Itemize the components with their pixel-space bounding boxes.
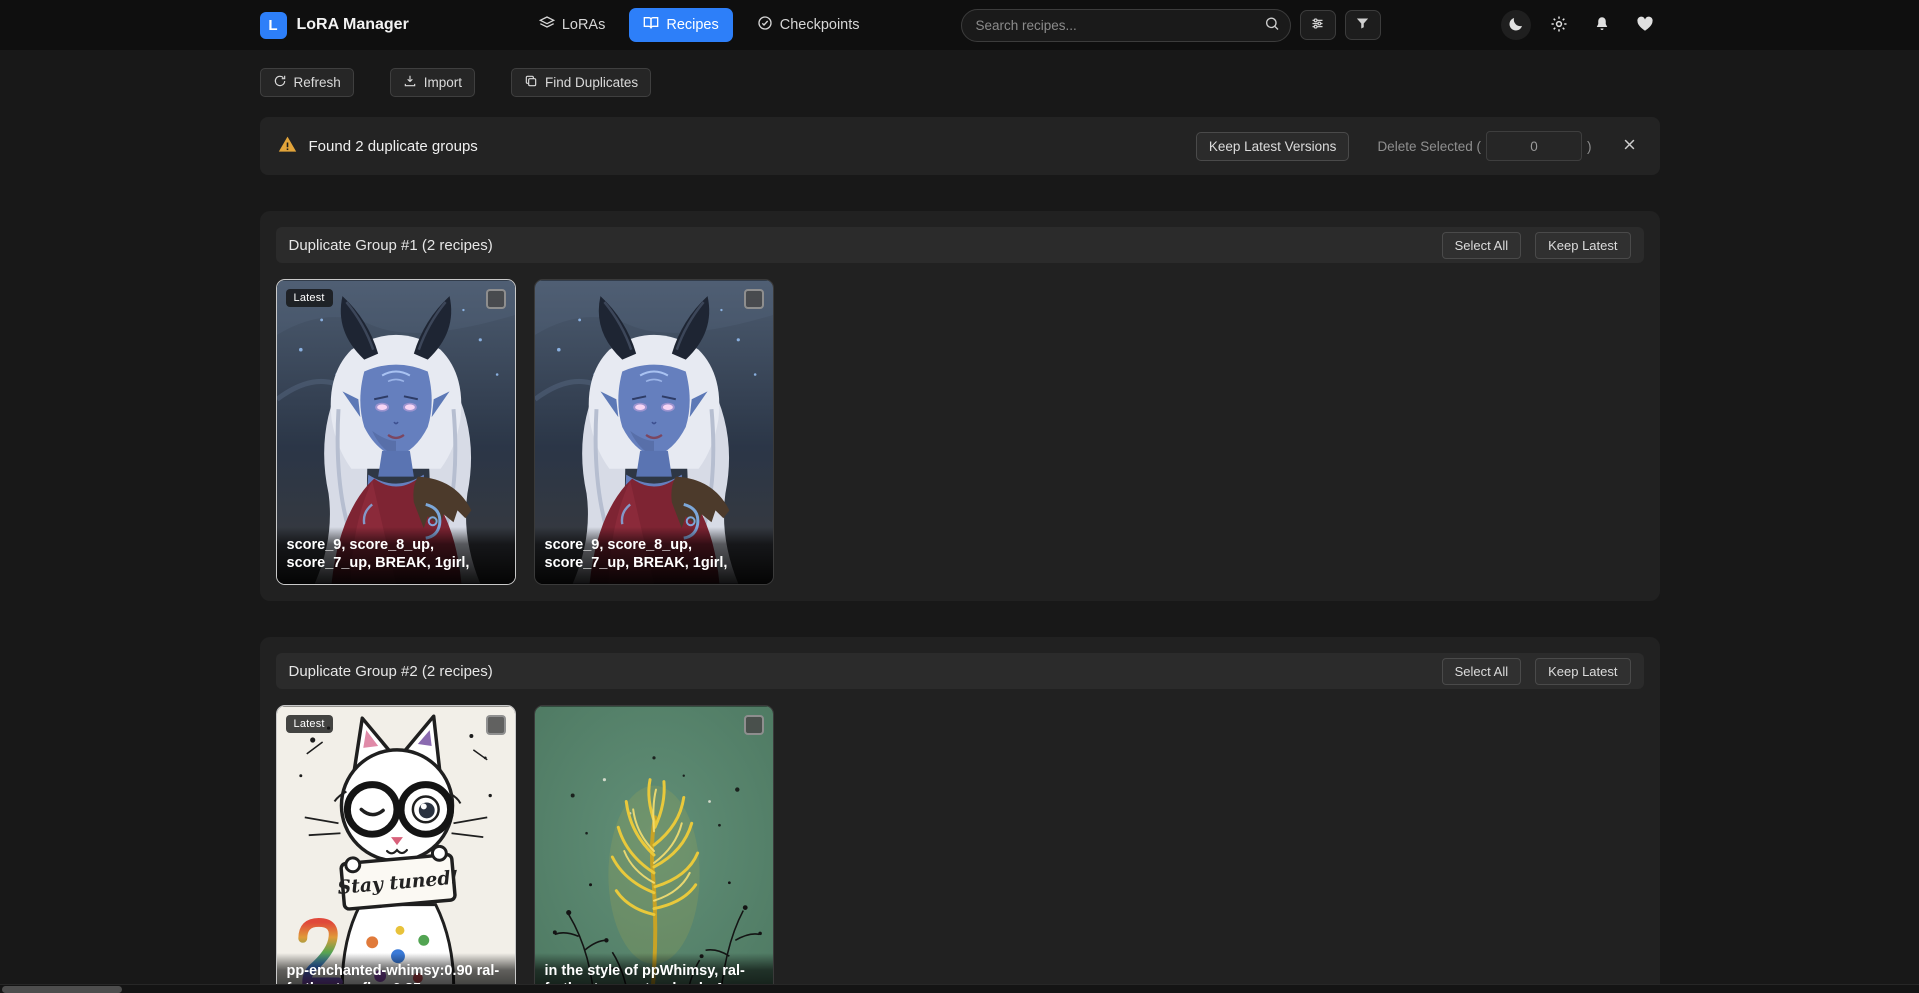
keep-latest-button[interactable]: Keep Latest	[1535, 232, 1630, 259]
notifications-button[interactable]	[1587, 10, 1617, 40]
recipe-image	[535, 706, 773, 993]
moon-icon	[1507, 15, 1525, 36]
tab-checkpoints-label: Checkpoints	[780, 17, 860, 33]
latest-badge: Latest	[286, 289, 333, 307]
main-content: Refresh Import Find Duplicates Found 2 d…	[260, 50, 1660, 993]
recipe-card[interactable]: Latest pp-enchanted-whimsy:0.90 ral-frct…	[276, 705, 516, 993]
import-label: Import	[424, 75, 462, 90]
delete-selected-control: Delete Selected ( )	[1377, 131, 1591, 161]
sliders-icon	[1310, 16, 1325, 34]
recipe-card[interactable]: in the style of ppWhimsy, ral-frctlgmtry…	[534, 705, 774, 993]
toolbar: Refresh Import Find Duplicates	[260, 68, 1660, 97]
find-duplicates-label: Find Duplicates	[545, 75, 638, 90]
scrollbar-thumb[interactable]	[2, 986, 122, 993]
warning-icon	[278, 135, 297, 158]
keep-latest-button[interactable]: Keep Latest	[1535, 658, 1630, 685]
refresh-icon	[273, 74, 287, 91]
brand-title: LoRA Manager	[297, 16, 409, 34]
select-all-button[interactable]: Select All	[1442, 658, 1521, 685]
banner-close-button[interactable]	[1618, 134, 1642, 158]
recipe-image	[277, 706, 515, 993]
gear-icon	[1550, 15, 1568, 36]
tab-recipes-label: Recipes	[666, 17, 718, 33]
bell-icon	[1593, 15, 1611, 36]
check-circle-icon	[757, 15, 773, 35]
recipe-card[interactable]: Latest score_9, score_8_up, score_7_up, …	[276, 279, 516, 585]
settings-button[interactable]	[1544, 10, 1574, 40]
card-row: Latest score_9, score_8_up, score_7_up, …	[276, 279, 1644, 585]
duplicate-group-2: Duplicate Group #2 (2 recipes) Select Al…	[260, 637, 1660, 993]
search-input[interactable]	[961, 9, 1291, 42]
search-group	[961, 9, 1381, 42]
tab-loras-label: LoRAs	[562, 17, 606, 33]
filter-button[interactable]	[1345, 10, 1381, 40]
navbar: L LoRA Manager LoRAs Recipes Checkpoints	[0, 0, 1919, 50]
brand: L LoRA Manager	[260, 12, 409, 39]
card-checkbox[interactable]	[744, 289, 764, 309]
latest-badge: Latest	[286, 715, 333, 733]
filter-icon	[1355, 16, 1370, 34]
import-icon	[403, 74, 417, 91]
card-checkbox[interactable]	[486, 715, 506, 735]
app-logo: L	[260, 12, 287, 39]
group-title: Duplicate Group #2 (2 recipes)	[289, 663, 493, 680]
group-header: Duplicate Group #2 (2 recipes) Select Al…	[276, 653, 1644, 689]
layers-icon	[539, 15, 555, 35]
recipe-caption: score_9, score_8_up, score_7_up, BREAK, …	[277, 527, 515, 584]
theme-toggle-button[interactable]	[1501, 10, 1531, 40]
tab-loras[interactable]: LoRAs	[525, 8, 620, 42]
refresh-button[interactable]: Refresh	[260, 68, 354, 97]
find-duplicates-button[interactable]: Find Duplicates	[511, 68, 651, 97]
nav-actions	[1501, 10, 1660, 40]
search-button[interactable]	[1259, 12, 1286, 39]
card-row: Latest pp-enchanted-whimsy:0.90 ral-frct…	[276, 705, 1644, 993]
duplicate-group-1: Duplicate Group #1 (2 recipes) Select Al…	[260, 211, 1660, 601]
delete-selected-label: Delete Selected (	[1377, 139, 1481, 154]
refresh-label: Refresh	[294, 75, 341, 90]
nav-tabs: LoRAs Recipes Checkpoints	[525, 8, 874, 42]
support-button[interactable]	[1630, 10, 1660, 40]
tab-recipes[interactable]: Recipes	[629, 8, 732, 42]
banner-message: Found 2 duplicate groups	[309, 138, 478, 155]
sliders-button[interactable]	[1300, 10, 1336, 40]
recipe-caption: score_9, score_8_up, score_7_up, BREAK, …	[535, 527, 773, 584]
keep-latest-versions-button[interactable]: Keep Latest Versions	[1196, 132, 1350, 161]
group-header: Duplicate Group #1 (2 recipes) Select Al…	[276, 227, 1644, 263]
recipe-card[interactable]: score_9, score_8_up, score_7_up, BREAK, …	[534, 279, 774, 585]
group-title: Duplicate Group #1 (2 recipes)	[289, 237, 493, 254]
delete-count-input[interactable]	[1486, 131, 1582, 161]
delete-selected-suffix: )	[1587, 139, 1592, 154]
card-checkbox[interactable]	[744, 715, 764, 735]
heart-icon	[1636, 15, 1654, 36]
import-button[interactable]: Import	[390, 68, 475, 97]
search-icon	[1264, 16, 1280, 35]
card-checkbox[interactable]	[486, 289, 506, 309]
close-icon	[1622, 137, 1637, 155]
select-all-button[interactable]: Select All	[1442, 232, 1521, 259]
horizontal-scrollbar[interactable]	[0, 984, 1919, 993]
copy-icon	[524, 74, 538, 91]
duplicates-banner: Found 2 duplicate groups Keep Latest Ver…	[260, 117, 1660, 175]
tab-checkpoints[interactable]: Checkpoints	[743, 8, 874, 42]
book-icon	[643, 15, 659, 35]
